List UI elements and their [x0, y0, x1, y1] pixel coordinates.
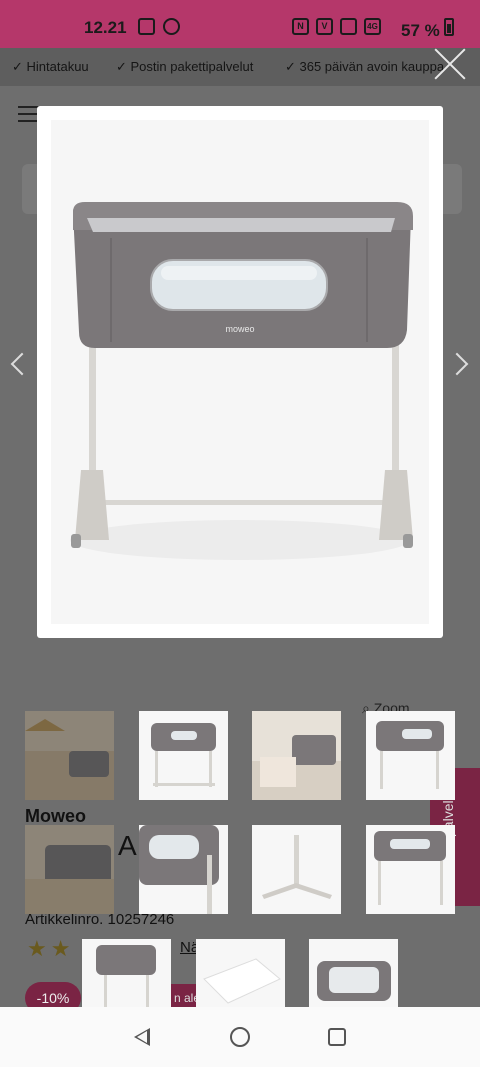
close-icon[interactable]	[432, 46, 468, 82]
previous-image-arrow[interactable]	[10, 352, 34, 376]
usp-item-price-guarantee: ✓ Hintatakuu	[12, 59, 89, 74]
network-label: 4G	[367, 22, 378, 31]
thumbnail-crib-angle[interactable]	[366, 711, 455, 800]
usp-strip: ✓ Hintatakuu ✓ Postin pakettipalvelut ✓ …	[0, 48, 480, 86]
nfc-icon: N	[292, 18, 309, 35]
rating-stars[interactable]: ★★	[27, 936, 74, 962]
thumbnail-crib-closeup[interactable]	[139, 825, 228, 914]
battery-percent-label: 57 %	[401, 21, 440, 40]
system-nav-bar	[0, 1007, 480, 1067]
status-time: 12.21	[84, 18, 127, 37]
brand-name[interactable]: Moweo	[25, 806, 86, 827]
thumbnail-lifestyle-1[interactable]	[25, 711, 114, 800]
whatsapp-icon	[163, 18, 180, 35]
next-image-arrow[interactable]	[445, 352, 469, 376]
battery-percent: 57 %	[401, 18, 455, 41]
signal-icon: 4G	[364, 18, 381, 35]
status-bar: 12.21 N V 4G 57 %	[0, 0, 480, 48]
recent-apps-icon[interactable]	[328, 1028, 346, 1046]
thumbnail-lifestyle-3[interactable]	[25, 825, 114, 914]
main-product-image[interactable]: moweo	[51, 120, 429, 624]
home-icon[interactable]	[230, 1027, 250, 1047]
sim-icon	[138, 18, 155, 35]
product-logo: moweo	[225, 324, 254, 334]
volte-icon: V	[316, 18, 333, 35]
battery-icon	[444, 18, 455, 36]
image-lightbox: moweo	[37, 106, 443, 638]
back-icon[interactable]	[134, 1028, 150, 1046]
thumbnail-lifestyle-2[interactable]	[252, 711, 341, 800]
thumbnail-crib-height[interactable]	[366, 825, 455, 914]
vibrate-icon	[340, 18, 357, 35]
usp-item-posti: ✓ Postin pakettipalvelut	[116, 59, 254, 74]
usp-item-open-purchase: ✓ 365 päivän avoin kauppa	[285, 59, 445, 74]
thumbnail-crib-front[interactable]	[139, 711, 228, 800]
thumbnail-crib-base[interactable]	[252, 825, 341, 914]
bedside-crib-illustration: moweo	[70, 202, 413, 560]
